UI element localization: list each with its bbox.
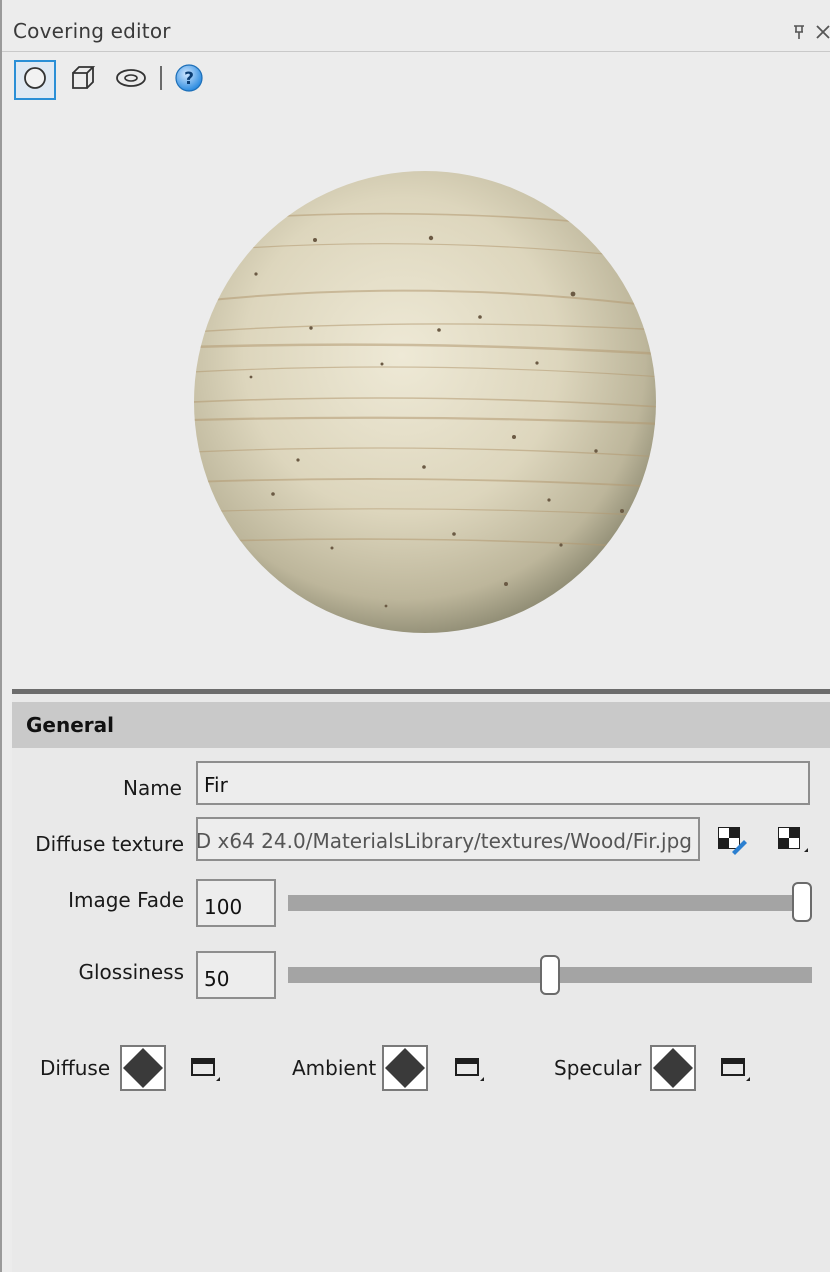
close-icon[interactable] — [814, 23, 830, 41]
image-fade-label: Image Fade — [68, 888, 184, 912]
sphere-view-button[interactable] — [14, 60, 56, 100]
glossiness-slider-thumb[interactable] — [540, 955, 560, 995]
torus-view-button[interactable] — [110, 60, 152, 100]
diffuse-texture-path: D x64 24.0/MaterialsLibrary/textures/Woo… — [196, 829, 692, 853]
name-field[interactable]: Fir — [196, 761, 810, 805]
edit-texture-icon[interactable] — [716, 824, 748, 856]
title-bar: Covering editor — [2, 10, 830, 52]
glossiness-field[interactable]: 50 — [196, 951, 276, 999]
torus-icon — [114, 66, 148, 94]
diffuse-texture-label: Diffuse texture — [35, 832, 184, 856]
diamond-icon — [385, 1048, 425, 1088]
image-fade-slider-thumb[interactable] — [792, 882, 812, 922]
properties-panel: General Name Fir Diffuse texture D x64 2… — [12, 694, 830, 1272]
specular-color-label: Specular — [554, 1056, 642, 1080]
image-fade-slider-track[interactable] — [288, 895, 812, 911]
pin-icon[interactable] — [791, 24, 807, 40]
sphere-icon — [22, 65, 48, 95]
section-title: General — [26, 713, 114, 737]
diamond-icon — [123, 1048, 163, 1088]
panel-title: Covering editor — [13, 19, 171, 43]
specular-color-picker-icon[interactable] — [720, 1056, 750, 1084]
material-preview — [2, 102, 830, 688]
ambient-color-swatch[interactable] — [382, 1045, 428, 1091]
svg-text:?: ? — [184, 69, 194, 89]
diffuse-texture-field[interactable]: D x64 24.0/MaterialsLibrary/textures/Woo… — [196, 817, 700, 861]
ambient-color-label: Ambient — [292, 1056, 377, 1080]
texture-options-icon[interactable] — [776, 824, 808, 856]
diffuse-color-swatch[interactable] — [120, 1045, 166, 1091]
section-header-general[interactable]: General — [12, 702, 830, 748]
cube-icon — [69, 64, 97, 96]
glossiness-label: Glossiness — [78, 960, 184, 984]
help-icon: ? — [174, 63, 204, 97]
ambient-color-picker-icon[interactable] — [454, 1056, 484, 1084]
name-label: Name — [122, 776, 182, 800]
specular-color-swatch[interactable] — [650, 1045, 696, 1091]
diffuse-color-label: Diffuse — [40, 1056, 111, 1080]
toolbar: ? — [2, 52, 830, 102]
diamond-icon — [653, 1048, 693, 1088]
image-fade-field[interactable]: 100 — [196, 879, 276, 927]
wood-sphere-preview — [194, 171, 656, 633]
cube-view-button[interactable] — [62, 60, 104, 100]
diffuse-color-picker-icon[interactable] — [190, 1056, 220, 1084]
help-button[interactable]: ? — [168, 60, 210, 100]
toolbar-separator — [160, 66, 162, 90]
covering-editor-panel: Covering editor ? General Name Fir Diffu… — [0, 0, 830, 1272]
